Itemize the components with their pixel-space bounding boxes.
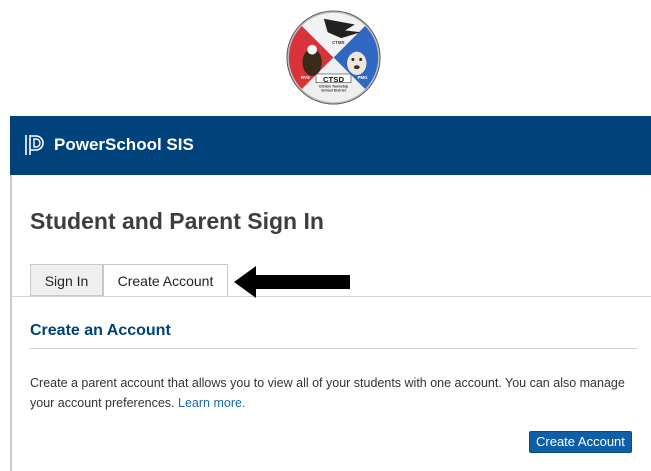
pointer-arrow-icon <box>234 265 350 299</box>
description-text: Create a parent account that allows you … <box>30 376 625 410</box>
app-name: PowerSchool SIS <box>54 135 194 154</box>
tab-create-account[interactable]: Create Account <box>103 264 228 297</box>
app-container: PowerSchool SIS Student and Parent Sign … <box>10 116 651 471</box>
powerschool-logo-icon <box>23 133 47 157</box>
logo-label-left: RVS <box>301 75 310 80</box>
page-title: Student and Parent Sign In <box>30 208 324 234</box>
district-logo-graphic: CTSD Clinton Township School District CT… <box>286 10 381 105</box>
top-navigation-bar: PowerSchool SIS <box>10 116 651 175</box>
learn-more-link[interactable]: Learn more. <box>178 396 245 410</box>
logo-label-right: PMG <box>358 75 369 80</box>
section-description: Create a parent account that allows you … <box>30 373 640 413</box>
district-logo: CTSD Clinton Township School District CT… <box>285 9 382 106</box>
tab-sign-in[interactable]: Sign In <box>30 264 103 296</box>
left-border-divider <box>10 175 12 471</box>
logo-sub-text-2: School District <box>321 88 346 92</box>
logo-center-text: CTSD <box>323 75 345 84</box>
section-divider <box>30 348 637 349</box>
section-title: Create an Account <box>30 322 171 339</box>
logo-label-top: CTMS <box>332 40 344 45</box>
create-account-button[interactable]: Create Account <box>529 431 632 453</box>
